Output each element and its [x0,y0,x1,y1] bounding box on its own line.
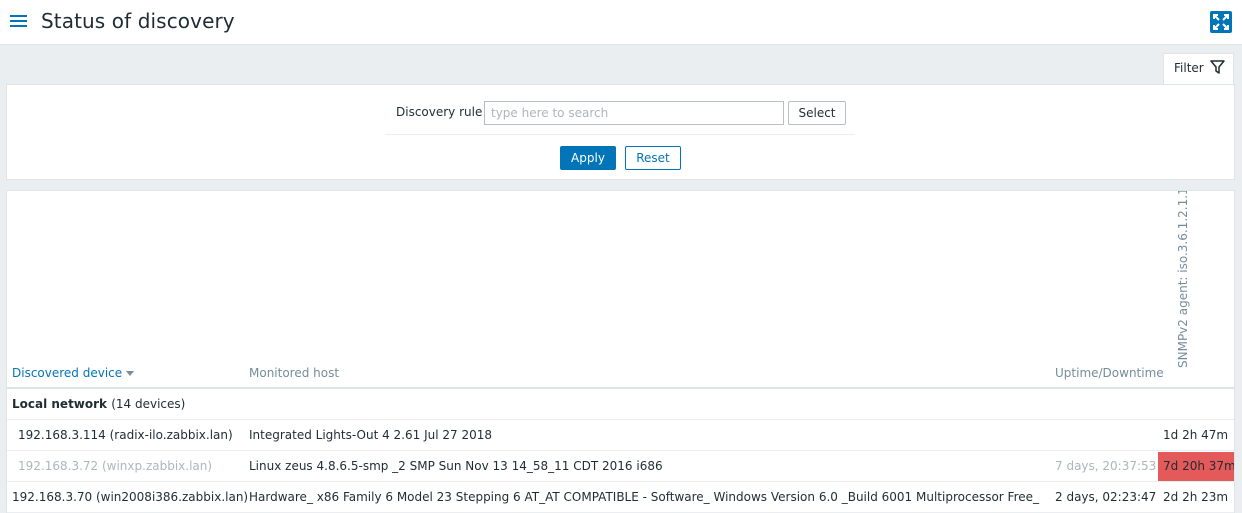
table-row: 192.168.3.72 (winxp.zabbix.lan) Linux ze… [7,451,1234,482]
service-status-cell: 2d 2h 23m [1163,490,1229,504]
group-device-count: (14 devices) [111,397,186,411]
discovery-rule-label: Discovery rule [396,105,483,119]
column-header-service-label: SNMPv2 agent: iso.3.6.1.2.1.1.1.0 [1176,190,1190,368]
discovery-rule-input[interactable] [484,101,784,125]
filter-tab-label: Filter [1174,61,1204,75]
discovery-table: Discovered device Monitored host Uptime/… [6,190,1235,513]
filter-divider [385,134,855,135]
filter-panel: Discovery rule Select Apply Reset [6,84,1235,180]
filter-funnel-icon [1210,60,1225,74]
filter-tab[interactable]: Filter [1163,53,1234,85]
table-row: 192.168.3.114 (radix-ilo.zabbix.lan) Int… [7,420,1234,451]
fullscreen-icon [1213,14,1229,30]
monitored-host-cell: Integrated Lights-Out 4 2.61 Jul 27 2018 [249,428,492,442]
discovered-device-cell: 192.168.3.114 (radix-ilo.zabbix.lan) [18,428,233,442]
reset-button[interactable]: Reset [625,146,681,170]
select-button[interactable]: Select [788,101,846,125]
service-status-cell-down: 7d 20h 37m [1158,452,1234,481]
column-header-monitored-host: Monitored host [249,366,340,380]
table-group-row: Local network (14 devices) [7,389,1234,420]
group-name: Local network (14 devices) [12,397,185,411]
hamburger-menu-icon[interactable] [10,14,27,28]
page-title: Status of discovery [41,9,235,33]
discovered-device-cell: 192.168.3.72 (winxp.zabbix.lan) [18,459,213,473]
table-row: 192.168.3.70 (win2008i386.zabbix.lan) Ha… [7,482,1234,513]
column-header-service: SNMPv2 agent: iso.3.6.1.2.1.1.1.0 [1156,191,1190,382]
apply-button[interactable]: Apply [560,146,616,170]
column-header-uptime: Uptime/Downtime [1055,366,1164,380]
service-status-cell: 1d 2h 47m [1163,428,1229,442]
column-header-device-label: Discovered device [12,366,123,380]
monitored-host-cell: Linux zeus 4.8.6.5-smp _2 SMP Sun Nov 13… [249,459,663,473]
discovered-device-cell: 192.168.3.70 (win2008i386.zabbix.lan) [12,490,249,504]
sort-desc-icon [126,371,135,376]
uptime-cell: 7 days, 20:37:53 [1055,459,1157,473]
uptime-cell: 2 days, 02:23:47 [1055,490,1157,504]
fullscreen-button[interactable] [1210,11,1232,33]
page-header: Status of discovery [0,0,1242,45]
monitored-host-cell: Hardware_ x86 Family 6 Model 23 Stepping… [249,490,1040,504]
column-header-discovered-device[interactable]: Discovered device [12,366,135,380]
group-name-label: Local network [12,397,108,411]
